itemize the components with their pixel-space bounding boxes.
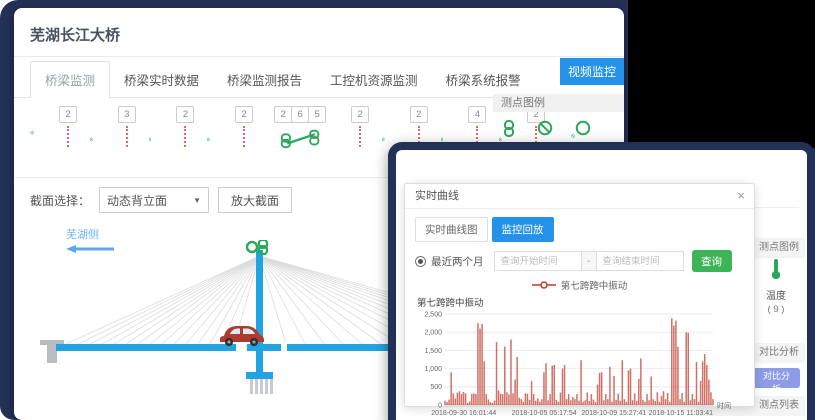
twin-chain-lever-icon <box>278 127 324 149</box>
sensor-cluster[interactable]: 2 6 5 <box>275 106 326 149</box>
date-range-separator: - <box>582 251 596 271</box>
sensor-count-badge: 2 <box>59 106 77 123</box>
svg-text:时间: 时间 <box>717 401 731 410</box>
query-button[interactable]: 查询 <box>692 250 732 272</box>
chart-title: 第七跨跨中振动 <box>417 295 744 309</box>
dotted-marker <box>243 126 245 147</box>
chain-link-icon[interactable] <box>382 131 385 148</box>
sensor-count-badge: 6 <box>291 106 309 123</box>
black-region <box>628 0 815 148</box>
legend-panel-icons <box>493 112 624 137</box>
svg-text:1,000: 1,000 <box>424 366 442 373</box>
sensor-count-badge: 4 <box>468 106 486 123</box>
popup-window: 测点图例 温度 ( 9 ) 对比分析 对比分析 测点列表 实时曲线 × <box>388 142 815 420</box>
thermometer-icon <box>770 258 782 280</box>
tab-ipc-resource-monitoring[interactable]: 工控机资源监测 <box>316 62 432 97</box>
legend-marker-icon <box>532 281 556 289</box>
last-two-months-label: 最近两个月 <box>431 254 484 269</box>
chevron-down-icon: ▼ <box>193 196 201 205</box>
svg-text:500: 500 <box>430 384 442 391</box>
sensor-point[interactable]: 2 <box>410 106 428 147</box>
divider <box>752 207 799 208</box>
page-title: 芜湖长江大桥 <box>14 8 624 57</box>
sensor-count-badge: 3 <box>118 106 136 123</box>
temperature-count: ( 9 ) <box>753 304 799 315</box>
dotted-marker <box>67 126 69 147</box>
dialog-header: 实时曲线 × <box>405 184 754 209</box>
legend-label: 第七跨跨中振动 <box>561 278 628 292</box>
dialog-title: 实时曲线 <box>415 190 459 202</box>
dialog-tab-bar: 实时曲线图 监控回放 <box>415 217 744 242</box>
dialog-body: 实时曲线图 监控回放 最近两个月 - 查询 <box>405 209 754 420</box>
popup-window-content: 测点图例 温度 ( 9 ) 对比分析 对比分析 测点列表 实时曲线 × <box>396 150 807 420</box>
bridge-tower <box>256 250 263 372</box>
sensor-count-badge: 2 <box>274 106 292 123</box>
realtime-curve-dialog: 实时曲线 × 实时曲线图 监控回放 最近两个月 - 查询 <box>404 183 755 407</box>
dotted-marker <box>184 126 186 147</box>
left-pier <box>40 340 64 363</box>
svg-text:2018-10-09 15:27:41: 2018-10-09 15:27:41 <box>581 410 646 417</box>
compare-analysis-button[interactable]: 对比分析 <box>753 368 800 388</box>
sensor-count-badge: 5 <box>308 106 326 123</box>
circle-icon <box>575 120 591 136</box>
legend-panel-title: 测点图例 <box>493 94 624 112</box>
dotted-marker <box>359 126 361 147</box>
temperature-label: 温度 <box>753 287 799 302</box>
svg-text:2018-09-30 16:01:44: 2018-09-30 16:01:44 <box>431 410 496 417</box>
svg-text:2,500: 2,500 <box>424 311 442 318</box>
deck-gap <box>281 343 287 352</box>
tower-piles <box>250 379 273 394</box>
tab-realtime-curve[interactable]: 实时曲线图 <box>415 217 488 242</box>
prohibition-icon <box>537 120 553 136</box>
sensor-count-badge: 2 <box>351 106 369 123</box>
sensor-point[interactable]: 3 <box>118 106 136 147</box>
svg-text:2018-10-15 11:03:41: 2018-10-15 11:03:41 <box>649 410 714 417</box>
tab-bridge-realtime-data[interactable]: 桥梁实时数据 <box>110 62 213 97</box>
sensor-point[interactable]: 2 <box>176 106 194 147</box>
section-select-value: 动态背立面 <box>107 192 167 209</box>
enlarge-section-button[interactable]: 放大截面 <box>218 187 292 213</box>
deck-gap <box>236 343 247 352</box>
svg-text:2018-10-05 05:17:54: 2018-10-05 05:17:54 <box>512 410 577 417</box>
tab-bridge-monitoring[interactable]: 桥梁监测 <box>30 61 110 98</box>
last-two-months-radio[interactable] <box>415 256 426 267</box>
sensor-point[interactable]: 4 <box>468 106 486 147</box>
chart-legend: 第七跨跨中振动 <box>415 278 744 292</box>
svg-text:1,500: 1,500 <box>424 348 442 355</box>
section-select-label: 截面选择： <box>30 192 90 209</box>
sensor-count-badge: 2 <box>176 106 194 123</box>
svg-text:0: 0 <box>438 402 442 409</box>
query-start-time-input[interactable] <box>494 251 582 271</box>
video-monitoring-button[interactable]: 视频监控 <box>560 58 624 85</box>
dotted-marker <box>126 126 128 147</box>
chain-link-icon[interactable] <box>149 131 152 148</box>
chain-link-icon[interactable] <box>207 131 210 148</box>
tab-bridge-system-alarm[interactable]: 桥梁系统报警 <box>432 62 535 97</box>
tab-bridge-monitoring-report[interactable]: 桥梁监测报告 <box>213 62 316 97</box>
section-select[interactable]: 动态背立面 ▼ <box>99 187 209 213</box>
sensor-point[interactable]: 2 <box>351 106 369 147</box>
vibration-chart: 0 500 1,000 1,500 2,000 2,500 2018-09-30 16:01… <box>415 309 746 420</box>
clock-icon <box>30 123 34 142</box>
desktop-background: 芜湖长江大桥 桥梁监测 桥梁实时数据 桥梁监测报告 工控机资源监测 桥梁系统报警… <box>0 0 815 420</box>
tower-cap <box>246 372 273 379</box>
sensor-count-badge: 2 <box>410 106 428 123</box>
sensor-point[interactable]: 2 <box>59 106 77 147</box>
tab-monitoring-playback[interactable]: 监控回放 <box>492 217 554 242</box>
close-icon[interactable]: × <box>737 184 745 208</box>
svg-text:2,000: 2,000 <box>424 330 442 337</box>
cluster-badges: 2 6 5 <box>275 106 326 123</box>
chain-link-icon[interactable] <box>90 131 93 148</box>
measure-point-legend-panel: 测点图例 <box>493 94 624 137</box>
temperature-legend-item[interactable]: 温度 ( 9 ) <box>753 258 799 315</box>
query-controls: 最近两个月 - 查询 <box>415 250 744 272</box>
chain-link-icon <box>503 120 515 137</box>
query-end-time-input[interactable] <box>596 251 684 271</box>
sensor-count-badge: 2 <box>235 106 253 123</box>
sensor-point[interactable]: 2 <box>235 106 253 147</box>
